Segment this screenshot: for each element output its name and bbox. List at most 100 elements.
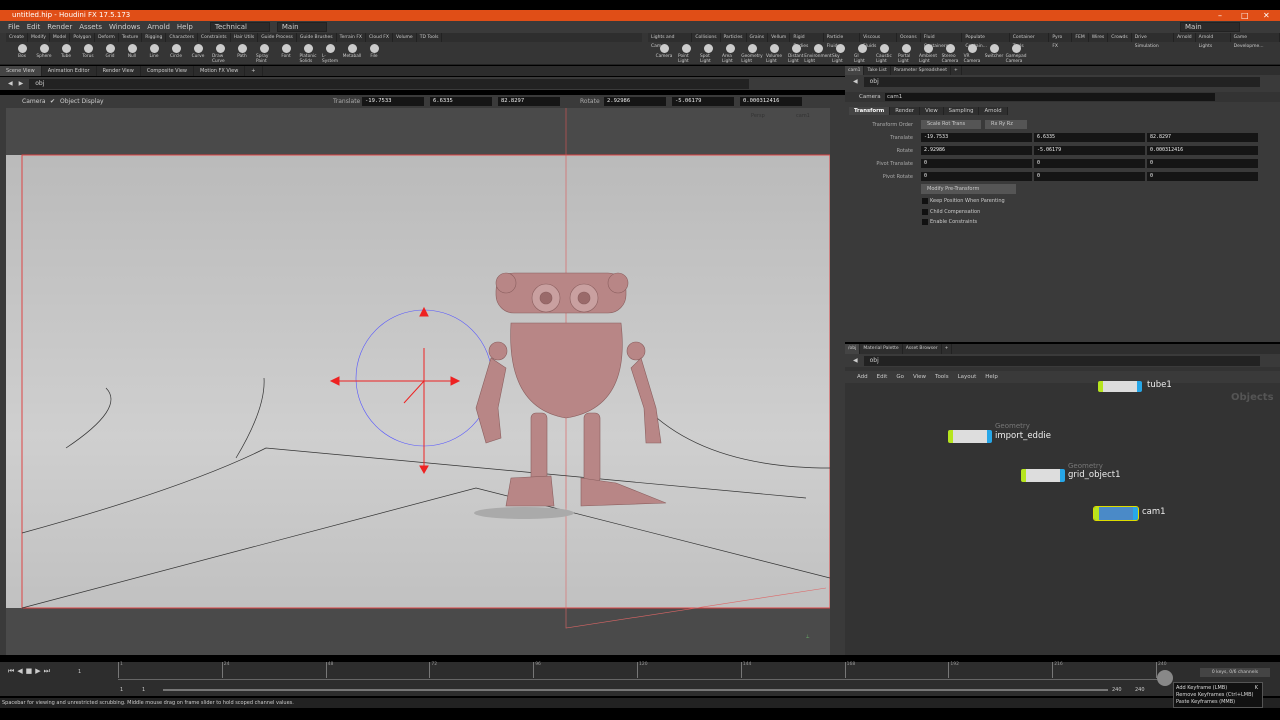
tab-motion-fx-view[interactable]: Motion FX View (194, 66, 246, 76)
desktop-right-select[interactable]: Main (1180, 22, 1240, 32)
shelf-tab-particles[interactable]: Particles (721, 33, 747, 42)
frame-slider[interactable]: 1 24 48 72 96 120 144 168 192 216 240 (118, 662, 1167, 680)
back-icon[interactable]: ◀ (8, 80, 13, 87)
tab-render-view[interactable]: Render View (97, 66, 141, 76)
end-frame-field[interactable]: 240 (1135, 687, 1145, 693)
network-menu-help[interactable]: Help (985, 374, 998, 380)
back-icon[interactable]: ◀ (853, 357, 858, 364)
shelf-tab-deform[interactable]: Deform (95, 33, 119, 42)
shelf-tab-polygon[interactable]: Polygon (70, 33, 96, 42)
menu-assets[interactable]: Assets (79, 23, 102, 31)
tab-composite-view[interactable]: Composite View (141, 66, 194, 76)
desktop-select[interactable]: Technical (209, 22, 270, 32)
param-field-translate-y[interactable]: 6.6335 (1034, 133, 1145, 142)
right-toolbar[interactable] (830, 108, 845, 655)
rotate-x[interactable]: 2.92986 (604, 97, 666, 106)
tab-material-palette[interactable]: Material Palette (860, 344, 903, 354)
tab-parameter-spreadsheet[interactable]: Parameter Spreadsheet (891, 66, 951, 75)
network-editor[interactable]: /obj Material Palette Asset Browser + ◀ obj … (845, 344, 1280, 655)
range-end-field[interactable]: 240 (1112, 687, 1122, 693)
shelf-tab-viscous-fluids[interactable]: Viscous Fluids (860, 33, 898, 49)
back-icon[interactable]: ◀ (853, 78, 858, 85)
range-start-field[interactable]: 1 (142, 687, 145, 693)
tab-asset-browser[interactable]: Asset Browser (903, 344, 942, 354)
shelf-tab-drive-simulation[interactable]: Drive Simulation (1132, 33, 1175, 49)
persp-menu[interactable]: Persp (751, 113, 765, 119)
param-field-pivot-translate-z[interactable]: 0 (1147, 159, 1258, 168)
tab-sampling[interactable]: Sampling (943, 107, 980, 115)
shelf-tab-guide-brushes[interactable]: Guide Brushes (297, 33, 337, 42)
shelf-tab-arnold-lights[interactable]: Arnold Lights (1196, 33, 1231, 49)
network-menu-add[interactable]: Add (857, 374, 868, 380)
keep-position-checkbox[interactable] (922, 198, 928, 204)
keys-channels-button[interactable]: 0 keys, 0/6 channels (1200, 668, 1270, 677)
network-menu-edit[interactable]: Edit (877, 374, 888, 380)
shelf-tool-portal-light[interactable]: Portal Light (898, 44, 914, 64)
node-tube1[interactable] (1098, 381, 1142, 392)
shelf-tab-game-developme[interactable]: Game Developme... (1231, 33, 1280, 49)
add-tab-button[interactable]: + (942, 344, 953, 354)
start-frame-field[interactable]: 1 (120, 687, 123, 693)
shelf-tab-characters[interactable]: Characters (166, 33, 198, 42)
menu-windows[interactable]: Windows (109, 23, 140, 31)
rotate-y[interactable]: -5.06179 (672, 97, 734, 106)
shelf-tab-modify[interactable]: Modify (28, 33, 50, 42)
param-field-pivot-rotate-y[interactable]: 0 (1034, 172, 1145, 181)
shelf-tool-torus[interactable]: Torus (80, 44, 96, 64)
maximize-button[interactable]: □ (1241, 10, 1249, 21)
param-field-pivot-translate-y[interactable]: 0 (1034, 159, 1145, 168)
key-icon[interactable] (1157, 670, 1173, 686)
shelf-tab-collisions[interactable]: Collisions (692, 33, 721, 42)
shelf-tab-cloud-fx[interactable]: Cloud FX (366, 33, 393, 42)
shelf-tool-sky-light[interactable]: Sky Light (832, 44, 848, 64)
shelf-tab-crowds[interactable]: Crowds (1108, 33, 1132, 42)
transform-order-select[interactable]: Scale Rot Trans (921, 120, 981, 129)
shelf-tab-rigid-bodies[interactable]: Rigid Bodies (790, 33, 824, 49)
param-field-rotate-y[interactable]: -5.06179 (1034, 146, 1145, 155)
network-menu-go[interactable]: Go (896, 374, 904, 380)
shelf-tab-fluid-containers[interactable]: Fluid Containers (921, 33, 963, 49)
param-field-translate-x[interactable]: -19.7533 (921, 133, 1032, 142)
shelf-tool-spray-paint[interactable]: Spray Paint (256, 44, 272, 64)
shelf-tab-model[interactable]: Model (50, 33, 71, 42)
shelf-tab-container-tools[interactable]: Container Tools (1010, 33, 1050, 49)
tab-arnold[interactable]: Arnold (979, 107, 1008, 115)
tab-cam1[interactable]: cam1 (845, 66, 865, 75)
viewer-path-field[interactable]: obj (29, 78, 750, 89)
object-display-checkbox[interactable]: ✔ (50, 98, 55, 105)
shelf-tool-point-light[interactable]: Point Light (678, 44, 694, 64)
node-cam1[interactable] (1093, 506, 1139, 521)
shelf-tool-path[interactable]: Path (234, 44, 250, 64)
shelf-tab-texture[interactable]: Texture (119, 33, 143, 42)
rotation-order-select[interactable]: Rx Ry Rz (985, 120, 1027, 129)
tab-scene-view[interactable]: Scene View (0, 66, 42, 76)
param-field-rotate-z[interactable]: 0.000312416 (1147, 146, 1258, 155)
scene-viewport[interactable]: ⟂ Persp cam1 (6, 108, 830, 655)
shelf-tool-font[interactable]: Font (278, 44, 294, 64)
shelf-tool-metaball[interactable]: Metaball (343, 44, 361, 64)
tab-transform[interactable]: Transform (849, 107, 891, 115)
forward-icon[interactable]: ▶ (19, 80, 24, 87)
param-field-pivot-rotate-z[interactable]: 0 (1147, 172, 1258, 181)
param-field-pivot-translate-x[interactable]: 0 (921, 159, 1032, 168)
add-tab-button[interactable]: + (951, 66, 962, 75)
desktop2-select[interactable]: Main (276, 22, 327, 32)
shelf-tab-arnold[interactable]: Arnold (1174, 33, 1196, 42)
shelf-tab-create[interactable]: Create (6, 33, 28, 42)
shelf-tool-volume-light[interactable]: Volume Light (766, 44, 782, 64)
shelf-tab-populate-contain[interactable]: Populate Contain... (962, 33, 1010, 49)
shelf-tool-circle[interactable]: Circle (168, 44, 184, 64)
shelf-tool-gamepad-camera[interactable]: Gamepad Camera (1006, 44, 1026, 64)
shelf-tool-null[interactable]: Null (124, 44, 140, 64)
tab-view[interactable]: View (920, 107, 944, 115)
shelf-tool-line[interactable]: Line (146, 44, 162, 64)
menu-edit[interactable]: Edit (27, 23, 41, 31)
shelf-tab-vellum[interactable]: Vellum (768, 33, 791, 42)
shelf-tool-camera[interactable]: Camera (656, 44, 672, 64)
menu-render[interactable]: Render (47, 23, 72, 31)
param-field-rotate-x[interactable]: 2.92986 (921, 146, 1032, 155)
node-grid-object1[interactable] (1021, 469, 1065, 482)
shelf-tool-tube[interactable]: Tube (58, 44, 74, 64)
shelf-tool-gi-light[interactable]: GI Light (854, 44, 870, 64)
shelf-tool-l-system[interactable]: L-System (322, 44, 338, 64)
